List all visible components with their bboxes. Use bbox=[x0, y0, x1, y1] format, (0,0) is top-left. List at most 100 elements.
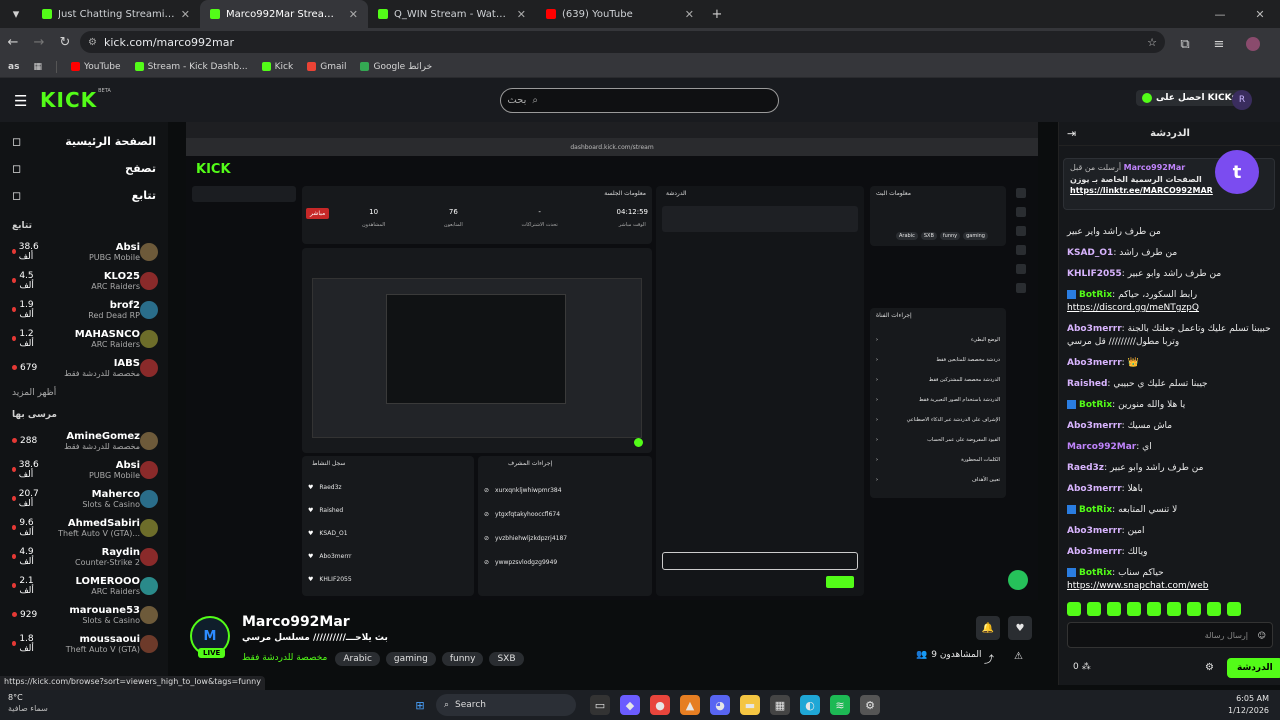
windows-start-icon[interactable]: ⊞ bbox=[410, 695, 430, 715]
chat-username[interactable]: Abo3merrr bbox=[1067, 484, 1122, 494]
forward-icon[interactable]: → bbox=[26, 29, 52, 55]
quick-action-row[interactable]: › تعيين الأهداف bbox=[870, 470, 1006, 490]
bookmark-star-icon[interactable]: ☆ bbox=[1147, 36, 1157, 49]
settings-icon[interactable]: ⚙ bbox=[860, 695, 880, 715]
bookmark-item[interactable]: Google خرائط bbox=[360, 62, 432, 72]
collapse-chat-icon[interactable]: ⇥ bbox=[1067, 127, 1076, 140]
browser-tab[interactable]: Just Chatting Streaming - Live S ✕ bbox=[32, 0, 200, 28]
sidebar-channel[interactable]: 4.9 ألف Raydin Counter-Strike 2 bbox=[0, 542, 168, 571]
stream-tag[interactable]: SXB bbox=[489, 652, 524, 666]
video-player[interactable]: dashboard.kick.com/stream KICK معلومات ا… bbox=[186, 122, 1038, 600]
hamburger-menu-icon[interactable]: ☰ bbox=[14, 92, 27, 110]
sidebar-channel[interactable]: 20.7 ألف Maherco Slots & Casino bbox=[0, 484, 168, 513]
chat-link[interactable]: https://www.snapchat.com/web bbox=[1067, 581, 1208, 591]
kick-logo[interactable]: KICK BETA bbox=[40, 88, 111, 112]
chat-username[interactable]: Raished bbox=[1067, 379, 1107, 389]
sidebar-channel[interactable]: 929 marouane53 Slots & Casino bbox=[0, 600, 168, 629]
task-view-icon[interactable]: ▭ bbox=[590, 695, 610, 715]
sidebar-channel[interactable]: 38.6 ألف Absi PUBG Mobile bbox=[0, 455, 168, 484]
sidebar-channel[interactable]: 1.2 ألف MAHASNCO ARC Raiders bbox=[0, 324, 168, 353]
user-avatar[interactable]: R bbox=[1232, 90, 1252, 110]
profile-badge[interactable]: as bbox=[8, 62, 19, 72]
bookmark-item[interactable]: Kick bbox=[261, 62, 293, 72]
clock[interactable]: 6:05 AM 1/12/2026 bbox=[1228, 693, 1269, 717]
chat-link[interactable]: https://discord.gg/meNTgzpQ bbox=[1067, 303, 1199, 313]
chat-username[interactable]: Abo3merrr bbox=[1067, 324, 1122, 334]
close-tab-icon[interactable]: ✕ bbox=[349, 8, 358, 21]
discord-icon[interactable]: ◕ bbox=[710, 695, 730, 715]
quick-action-row[interactable]: › الكلمات المحظورة bbox=[870, 450, 1006, 470]
close-tab-icon[interactable]: ✕ bbox=[685, 8, 694, 21]
share-icon[interactable]: ⤴ bbox=[984, 651, 994, 666]
site-info-icon[interactable]: ⚙ bbox=[88, 37, 97, 48]
kicks-icon[interactable]: ⁂ bbox=[1082, 662, 1091, 672]
taskbar-search[interactable]: ⌕ Search bbox=[436, 694, 576, 716]
tab-search-icon[interactable]: ▾ bbox=[0, 1, 32, 27]
app-orange-icon[interactable]: ▲ bbox=[680, 695, 700, 715]
emoji-icon[interactable]: ☺ bbox=[1258, 631, 1266, 640]
green-fab-icon[interactable] bbox=[1008, 570, 1028, 590]
chat-settings-icon[interactable]: ⚙ bbox=[1205, 662, 1214, 673]
file-explorer-icon[interactable]: ▬ bbox=[740, 695, 760, 715]
browser-tab[interactable]: Marco992Mar Stream - Wa ✕ bbox=[200, 0, 368, 28]
minimize-button[interactable]: — bbox=[1200, 0, 1240, 28]
chat-username[interactable]: Abo3merrr bbox=[1067, 421, 1122, 431]
quick-action-row[interactable]: › الدردشة مخصصة للمشتركين فقط bbox=[870, 370, 1006, 390]
sidebar-channel[interactable]: 38.6 ألف Absi PUBG Mobile bbox=[0, 237, 168, 266]
sidebar-nav-item[interactable]: ◻ الصفحة الرئيسية bbox=[0, 128, 168, 155]
stream-tag[interactable]: gaming bbox=[385, 652, 436, 666]
chrome-menu-icon[interactable]: ⋮ bbox=[1274, 31, 1280, 57]
sidebar-channel[interactable]: 679 IABS مخصصة للدردشة فقط bbox=[0, 353, 168, 382]
chat-username[interactable]: Abo3merrr bbox=[1067, 547, 1122, 557]
report-icon[interactable]: ⚠ bbox=[1014, 651, 1023, 662]
chat-username[interactable]: BotRix bbox=[1079, 568, 1112, 578]
chat-input[interactable]: إرسال رسالة ☺ bbox=[1067, 622, 1273, 648]
sidebar-channel[interactable]: 288 AmineGomez مخصصة للدردشة فقط bbox=[0, 426, 168, 455]
reload-icon[interactable]: ↻ bbox=[52, 29, 78, 55]
stream-tag[interactable]: funny bbox=[441, 652, 484, 666]
close-tab-icon[interactable]: ✕ bbox=[517, 8, 526, 21]
chat-username[interactable]: KHLIF2055 bbox=[1067, 269, 1122, 279]
close-window-button[interactable]: ✕ bbox=[1240, 0, 1280, 28]
chat-username[interactable]: BotRix bbox=[1079, 505, 1112, 515]
apps-grid-icon[interactable]: ▦ bbox=[33, 62, 42, 72]
follow-heart-button[interactable]: ♥ bbox=[1008, 616, 1032, 640]
quick-action-row[interactable]: › دردشة مخصصة للمتابعين فقط bbox=[870, 350, 1006, 370]
media-icon[interactable]: ≡ bbox=[1206, 31, 1232, 57]
close-tab-icon[interactable]: ✕ bbox=[181, 8, 190, 21]
bookmark-item[interactable]: YouTube bbox=[70, 62, 121, 72]
weather-widget[interactable]: 8°C سماء صافية bbox=[8, 692, 48, 714]
sidebar-nav-item[interactable]: ◻ تتابع bbox=[0, 182, 168, 209]
bookmark-item[interactable]: Gmail bbox=[307, 62, 346, 72]
chat-username[interactable]: Raed3z bbox=[1067, 463, 1104, 473]
sidebar-channel[interactable]: 4.5 ألف KLO25 ARC Raiders bbox=[0, 266, 168, 295]
bookmark-item[interactable]: Stream - Kick Dashb... bbox=[134, 62, 248, 72]
back-icon[interactable]: ← bbox=[0, 29, 26, 55]
quick-action-row[interactable]: › الوضع البطيء bbox=[870, 330, 1006, 350]
quick-action-row[interactable]: › الدردشة باستخدام الصور التعبيرية فقط bbox=[870, 390, 1006, 410]
stream-tag[interactable]: Arabic bbox=[335, 652, 380, 666]
chat-send-button[interactable]: الدردشة bbox=[1227, 658, 1280, 678]
spotify-icon[interactable]: ≋ bbox=[830, 695, 850, 715]
kick-tv-badge-icon[interactable]: t bbox=[1215, 150, 1259, 194]
chat-username[interactable]: KSAD_O1 bbox=[1067, 248, 1113, 258]
sidebar-channel[interactable]: 9.6 ألف AhmedSabiri Theft Auto V (GTA)... bbox=[0, 513, 168, 542]
chat-username[interactable]: Abo3merrr bbox=[1067, 526, 1122, 536]
show-more-link[interactable]: أظهر المزيد bbox=[0, 382, 168, 404]
quick-action-row[interactable]: › القيود المفروضة على عمر الحساب bbox=[870, 430, 1006, 450]
chat-username[interactable]: BotRix bbox=[1079, 290, 1112, 300]
chat-username[interactable]: Abo3merrr bbox=[1067, 358, 1122, 368]
sidebar-nav-item[interactable]: ◻ تصفح bbox=[0, 155, 168, 182]
get-kicks-button[interactable]: احصل على KICKs bbox=[1136, 90, 1243, 106]
search-input[interactable]: بحث ⌕ bbox=[500, 88, 779, 113]
sidebar-channel[interactable]: 1.8 ألف moussaoui Theft Auto V (GTA) bbox=[0, 629, 168, 658]
sidebar-channel[interactable]: 2.1 ألف LOMEROOO ARC Raiders bbox=[0, 571, 168, 600]
browser-tab[interactable]: (639) YouTube ✕ bbox=[536, 0, 704, 28]
profile-avatar[interactable] bbox=[1240, 31, 1266, 57]
channel-name[interactable]: Marco992Mar bbox=[242, 614, 350, 630]
copilot-icon[interactable]: ◆ bbox=[620, 695, 640, 715]
quick-action-row[interactable]: › الإشراف على الدردشة عبر الذكاء الاصطناع… bbox=[870, 410, 1006, 430]
extensions-icon[interactable]: ⧉ bbox=[1172, 31, 1198, 57]
edge-icon[interactable]: ◐ bbox=[800, 695, 820, 715]
notification-bell-button[interactable]: 🔔 bbox=[976, 616, 1000, 640]
